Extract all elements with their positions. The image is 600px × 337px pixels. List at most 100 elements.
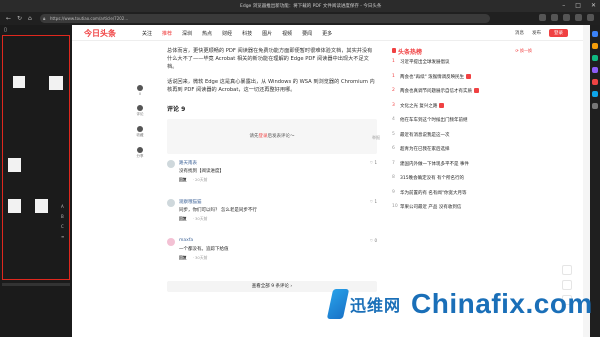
home-icon[interactable]: ⌂ <box>28 15 32 22</box>
sidebar-scrollbar[interactable] <box>2 283 70 286</box>
report-link[interactable]: 举报 <box>372 135 380 141</box>
hot-item[interactable]: 10 苹果公司最近 产品 没有收到信 <box>392 202 532 217</box>
hot-item[interactable]: 1 习近平提出全球发展倡议 <box>392 57 532 72</box>
thumbnail[interactable] <box>8 158 21 172</box>
more-menu-icon[interactable] <box>587 14 594 21</box>
comment-icon <box>137 105 143 111</box>
address-bar[interactable]: 🔒︎ https://www.toutiao.com/article/7202.… <box>40 14 490 23</box>
nav-item[interactable]: 财经 <box>222 30 232 37</box>
refresh-icon[interactable]: ↻ <box>17 15 22 22</box>
thumbnail[interactable] <box>49 76 63 90</box>
article-body: 总体而言，更快更顺畅的 PDF 阅读器在免费功能方面即便暂时很难体验文档，其实并… <box>167 47 377 292</box>
comment-item: maxfa 一个都没有。追踪下给值 回复 · 30天前 ♡ 0 <box>167 238 377 271</box>
reply-link[interactable]: 回复 <box>179 216 187 221</box>
hot-badge-icon <box>466 73 472 79</box>
comment-user[interactable]: 观察哦猫猫 <box>179 199 202 205</box>
hot-list-title: 头条热榜 <box>398 49 423 56</box>
nav-item[interactable]: 关注 <box>142 30 152 37</box>
comment-input-box[interactable]: 请先登录后发表评论～ <box>167 119 377 154</box>
hot-item[interactable]: 7 建国内外做一下体现多平不是 事件 <box>392 159 532 174</box>
nav-item[interactable]: 科技 <box>242 30 252 37</box>
avatar[interactable] <box>167 160 175 168</box>
login-button[interactable]: 登录 <box>549 29 568 37</box>
sidebar-header: ▯ <box>4 27 7 33</box>
star-icon <box>137 126 143 132</box>
shopping-icon[interactable] <box>592 43 598 49</box>
nav-item[interactable]: 图片 <box>262 30 272 37</box>
profile-icon[interactable] <box>575 14 582 21</box>
hot-item[interactable]: 5 最近有消息说我是这一次 <box>392 130 532 145</box>
tools-icon[interactable] <box>592 55 598 61</box>
avatar[interactable] <box>167 238 175 246</box>
publish-link[interactable]: 发布 <box>532 30 541 36</box>
site-header: 今日头条 关注 推荐 深圳 热点 财经 科技 图片 视频 要闻 更多 消息 发布… <box>72 25 590 41</box>
messages-link[interactable]: 消息 <box>515 30 524 36</box>
close-icon[interactable]: ✕ <box>591 2 596 9</box>
hot-item[interactable]: 4 他在车车到这个时候出门频年前继 <box>392 115 532 130</box>
hot-list-header: 头条热榜 ⟳ 换一换 <box>392 47 532 57</box>
add-icon[interactable] <box>592 103 598 109</box>
thumbnail[interactable] <box>35 199 48 213</box>
sidebar-mini-label: ≡ <box>61 234 65 239</box>
reply-link[interactable]: 回复 <box>179 177 187 182</box>
reply-link[interactable]: 回复 <box>179 255 187 260</box>
hot-item[interactable]: 2 两会也真调节问题展示自信才有实质 <box>392 86 532 101</box>
favorites-icon[interactable] <box>551 14 558 21</box>
window-title: Edge 浏览器推出新功能：将下载的 PDF 文件阅读进度保存 - 今日头条 <box>240 4 382 9</box>
comment-meta: 回复 · 30天前 <box>179 255 208 260</box>
nav-item[interactable]: 热点 <box>202 30 212 37</box>
comment-user[interactable]: maxfa <box>179 238 193 243</box>
login-link[interactable]: 登录 <box>259 134 268 139</box>
hot-item[interactable]: 8 315晚会确定没有 有个所名行的 <box>392 173 532 188</box>
thumbnail[interactable] <box>8 199 21 213</box>
minimize-icon[interactable]: – <box>562 2 565 9</box>
share-action[interactable]: 分享 <box>130 147 150 159</box>
comment-like-button[interactable]: ♡ 0 <box>370 238 377 243</box>
search-icon[interactable] <box>592 31 598 37</box>
nav-item[interactable]: 深圳 <box>182 30 192 37</box>
office-icon[interactable] <box>592 79 598 85</box>
collections-icon[interactable] <box>563 14 570 21</box>
site-logo[interactable]: 今日头条 <box>84 28 116 39</box>
refresh-hot-button[interactable]: ⟳ 换一换 <box>515 48 532 54</box>
comment-login-hint: 请先登录后发表评论～ <box>249 134 295 139</box>
nav-item[interactable]: 视频 <box>282 30 292 37</box>
hot-item[interactable]: 3 文化之光 复兴之路 <box>392 101 532 116</box>
hot-list: 头条热榜 ⟳ 换一换 1 习近平提出全球发展倡议 1 两会也"再续" 泼猴情调反映民… <box>392 47 532 217</box>
lock-icon: 🔒︎ <box>43 16 46 22</box>
back-icon[interactable]: ← <box>6 15 11 22</box>
extension-icon[interactable] <box>539 14 546 21</box>
sidebar-mini-label: A <box>61 204 64 209</box>
nav-item[interactable]: 要闻 <box>302 30 312 37</box>
outlook-icon[interactable] <box>592 91 598 97</box>
nav-item[interactable]: 更多 <box>322 30 332 37</box>
comment-meta: 回复 · 30天前 <box>179 216 208 221</box>
comment-action[interactable]: 评论 <box>130 105 150 117</box>
toolbar-extensions <box>539 14 594 21</box>
url-text: https://www.toutiao.com/article/7202... <box>50 16 129 21</box>
nav-item-active[interactable]: 推荐 <box>162 30 172 37</box>
share-icon <box>137 147 143 153</box>
games-icon[interactable] <box>592 67 598 73</box>
watermark-logo-icon <box>326 289 350 319</box>
hot-badge-icon <box>474 88 479 93</box>
hot-item[interactable]: 9 华为前置的有 名有闻"你宽大月等 <box>392 188 532 203</box>
comment-item: 观察哦猫猫 同步，你们可以吗？ 怎么老是同步不行 回复 · 30天前 ♡ 1 <box>167 199 377 232</box>
maximize-icon[interactable]: □ <box>575 2 581 9</box>
comment-text: 一个都没有。追踪下给值 <box>179 247 229 252</box>
window-titlebar: Edge 浏览器推出新功能：将下载的 PDF 文件阅读进度保存 - 今日头条 –… <box>0 0 600 12</box>
comment-meta: 回复 · 20天前 <box>179 177 208 182</box>
hot-item[interactable]: 6 超青为在已我在家后选择 <box>392 144 532 159</box>
comment-like-button[interactable]: ♡ 1 <box>370 199 377 204</box>
avatar[interactable] <box>167 199 175 207</box>
favorite-action[interactable]: 收藏 <box>130 126 150 138</box>
channel-nav: 关注 推荐 深圳 热点 财经 科技 图片 视频 要闻 更多 <box>142 30 332 37</box>
watermark-cn: 迅维网 <box>350 296 402 315</box>
comment-user[interactable]: 路天南表 <box>179 160 197 166</box>
float-button-top[interactable] <box>562 265 572 275</box>
thumbnail[interactable] <box>13 76 25 88</box>
article-paragraph: 总体而言，更快更顺畅的 PDF 阅读器在免费功能方面即便暂时很难体验文档，其实并… <box>167 48 373 70</box>
comment-like-button[interactable]: ♡ 1 <box>370 160 377 165</box>
like-action[interactable]: 0 <box>130 85 150 96</box>
hot-item[interactable]: 1 两会也"再续" 泼猴情调反映民生 <box>392 72 532 87</box>
